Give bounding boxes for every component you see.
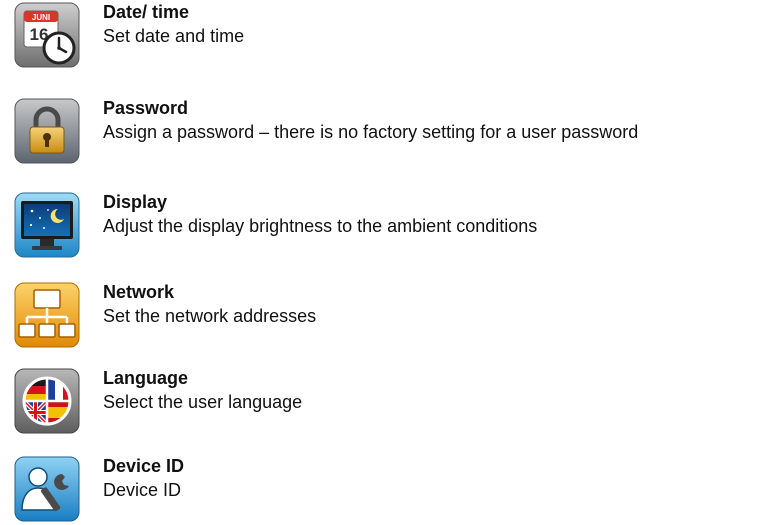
item-description: Assign a password – there is no factory … xyxy=(103,122,639,142)
calendar-month-label: JUNI xyxy=(32,13,50,22)
settings-item-device-id[interactable]: Device ID Device ID xyxy=(14,456,754,522)
device-id-icon xyxy=(14,456,80,522)
item-description: Set the network addresses xyxy=(103,306,317,326)
item-description: Device ID xyxy=(103,480,182,500)
item-title: Password xyxy=(103,98,189,118)
padlock-icon xyxy=(14,98,80,164)
calendar-clock-icon: JUNI 16 xyxy=(14,2,80,68)
settings-item-language[interactable]: Language Select the user language xyxy=(14,368,754,434)
item-title: Device ID xyxy=(103,456,185,476)
item-title: Date/ time xyxy=(103,2,190,22)
item-description: Select the user language xyxy=(103,392,303,412)
item-description: Set date and time xyxy=(103,26,245,46)
network-tree-icon xyxy=(14,282,80,348)
settings-item-date-time[interactable]: JUNI 16 Date/ time Set date and time xyxy=(14,2,754,68)
item-title: Language xyxy=(103,368,189,388)
item-title: Network xyxy=(103,282,175,302)
item-description: Adjust the display brightness to the amb… xyxy=(103,216,538,236)
settings-item-password[interactable]: Password Assign a password – there is no… xyxy=(14,98,754,164)
settings-item-display[interactable]: Display Adjust the display brightness to… xyxy=(14,192,754,258)
language-flags-icon xyxy=(14,368,80,434)
monitor-night-icon xyxy=(14,192,80,258)
settings-item-network[interactable]: Network Set the network addresses xyxy=(14,282,754,348)
item-title: Display xyxy=(103,192,168,212)
